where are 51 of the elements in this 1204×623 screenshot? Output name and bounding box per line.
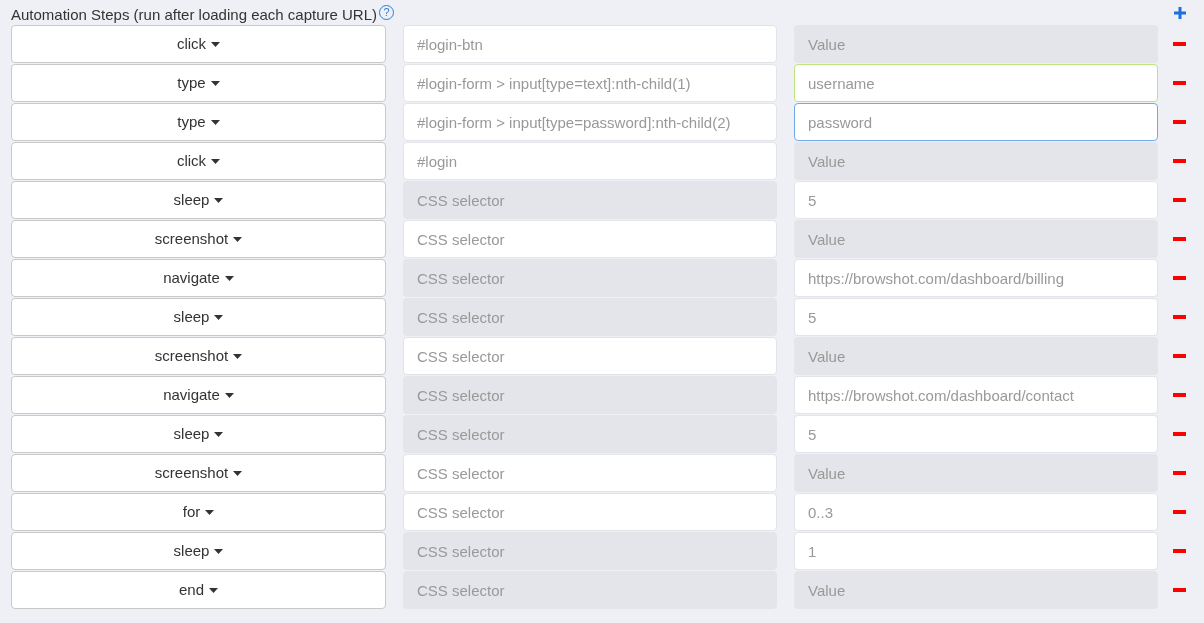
action-dropdown[interactable]: screenshot <box>11 337 386 375</box>
action-dropdown[interactable]: sleep <box>11 415 386 453</box>
caret-icon <box>224 275 234 281</box>
action-dropdown[interactable]: sleep <box>11 532 386 570</box>
minus-icon[interactable] <box>1173 471 1186 475</box>
caret-icon <box>211 41 221 47</box>
minus-icon[interactable] <box>1173 42 1186 46</box>
caret-icon <box>214 548 224 554</box>
caret-icon <box>209 587 218 593</box>
caret-icon <box>233 236 243 242</box>
selector-field[interactable]: CSS selector <box>403 493 777 531</box>
action-dropdown[interactable]: type <box>11 103 386 141</box>
action-dropdown[interactable]: navigate <box>11 376 386 414</box>
action-dropdown[interactable]: type <box>11 64 386 102</box>
minus-icon[interactable] <box>1173 120 1186 124</box>
caret-icon <box>205 509 215 515</box>
caret-icon <box>210 119 220 125</box>
minus-icon[interactable] <box>1173 549 1186 553</box>
minus-icon[interactable] <box>1173 159 1186 163</box>
minus-icon[interactable] <box>1173 81 1186 85</box>
minus-icon[interactable] <box>1173 276 1186 280</box>
caret-icon <box>214 314 224 320</box>
plus-icon[interactable] <box>1174 6 1186 19</box>
action-dropdown[interactable]: navigate <box>11 259 386 297</box>
selector-field[interactable]: CSS selector <box>403 454 777 492</box>
action-dropdown[interactable]: screenshot <box>11 220 386 258</box>
action-dropdown[interactable]: screenshot <box>11 454 386 492</box>
minus-icon[interactable] <box>1173 588 1186 592</box>
action-dropdown[interactable]: click <box>11 142 386 180</box>
caret-icon <box>211 158 221 164</box>
caret-icon <box>214 431 224 437</box>
section-title: Automation Steps (run after loading each capture URL) <box>11 5 378 24</box>
minus-icon[interactable] <box>1173 432 1186 436</box>
action-dropdown[interactable]: for <box>11 493 386 531</box>
selector-field[interactable]: CSS selector <box>403 220 777 258</box>
caret-icon <box>210 80 220 86</box>
minus-icon[interactable] <box>1173 510 1186 514</box>
action-dropdown[interactable]: end <box>11 571 386 609</box>
action-dropdown[interactable]: click <box>11 25 386 63</box>
minus-icon[interactable] <box>1173 393 1186 397</box>
action-dropdown[interactable]: sleep <box>11 298 386 336</box>
caret-icon <box>224 392 234 398</box>
minus-icon[interactable] <box>1173 315 1186 319</box>
caret-icon <box>233 470 243 476</box>
caret-icon <box>214 197 224 203</box>
minus-icon[interactable] <box>1173 198 1186 202</box>
caret-icon <box>233 353 243 359</box>
minus-icon[interactable] <box>1173 354 1186 358</box>
selector-field[interactable]: CSS selector <box>403 337 777 375</box>
action-dropdown[interactable]: sleep <box>11 181 386 219</box>
minus-icon[interactable] <box>1173 237 1186 241</box>
